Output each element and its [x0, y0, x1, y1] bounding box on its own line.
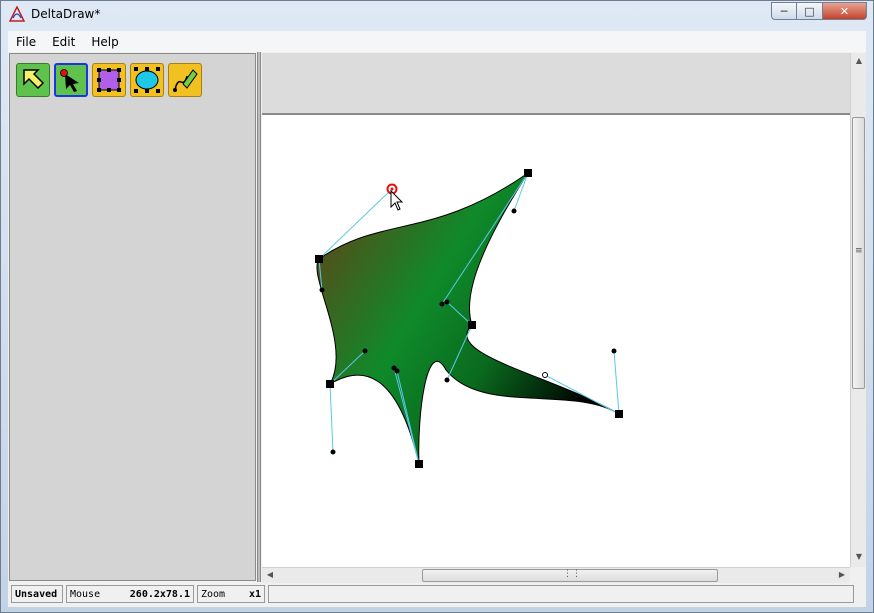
selected-point-center	[390, 187, 394, 191]
drawing-canvas[interactable]	[262, 115, 850, 567]
grip-icon: ≡	[855, 246, 863, 256]
scroll-down-icon[interactable]: ▼	[851, 549, 867, 565]
pen-tool-button[interactable]	[168, 63, 202, 97]
vertical-scrollbar[interactable]: ▲ ≡ ▼	[850, 53, 866, 567]
select-tool-button[interactable]	[16, 63, 50, 97]
minimize-button[interactable]: ─	[771, 2, 797, 20]
menu-edit[interactable]: Edit	[44, 35, 83, 49]
horizontal-scroll-thumb[interactable]: ⋮⋮	[422, 569, 718, 582]
node-edit-icon	[60, 69, 79, 92]
mouse-value: 260.2x78.1	[129, 588, 190, 600]
status-message	[268, 585, 854, 603]
minimize-icon: ─	[780, 4, 788, 18]
scroll-up-icon[interactable]: ▲	[851, 53, 867, 69]
save-status-text: Unsaved	[15, 588, 58, 600]
scroll-left-icon[interactable]: ◀	[262, 567, 278, 583]
bezier-shape[interactable]	[316, 172, 620, 465]
mouse-label: Mouse	[70, 588, 101, 600]
menu-file[interactable]: File	[8, 35, 44, 49]
client-area: ▲ ≡ ▼ ◀ ⋮⋮ ▶ Unsaved Mouse 260.2x78.1 Zo…	[8, 52, 866, 607]
app-window: DeltaDraw* ─ □ ✕ File Edit Help ▲ ≡ ▼ ◀ …	[0, 0, 874, 613]
title-bar[interactable]: DeltaDraw* ─ □ ✕	[1, 1, 873, 29]
menu-help[interactable]: Help	[83, 35, 126, 49]
pen-icon	[173, 69, 198, 92]
mouse-position: Mouse 260.2x78.1	[66, 585, 194, 603]
status-bar: Unsaved Mouse 260.2x78.1 Zoom x1	[8, 585, 866, 607]
ellipse-icon	[134, 67, 160, 93]
tool-panel	[9, 53, 256, 581]
mouse-cursor-icon	[390, 189, 404, 211]
save-status: Unsaved	[11, 585, 63, 603]
maximize-icon: □	[804, 4, 815, 18]
panel-splitter[interactable]	[257, 52, 261, 582]
zoom-label: Zoom	[201, 588, 226, 600]
close-icon: ✕	[839, 4, 850, 18]
rectangle-icon	[97, 68, 121, 92]
rectangle-tool-button[interactable]	[92, 63, 126, 97]
zoom-value: x1	[248, 588, 261, 600]
ruler-area	[262, 53, 850, 115]
menu-bar: File Edit Help	[8, 31, 866, 52]
scroll-right-icon[interactable]: ▶	[834, 567, 850, 583]
ellipse-tool-button[interactable]	[130, 63, 164, 97]
grip-icon: ⋮⋮	[563, 569, 581, 579]
node-edit-tool-button[interactable]	[54, 63, 88, 97]
maximize-button[interactable]: □	[797, 2, 823, 20]
horizontal-scrollbar[interactable]: ◀ ⋮⋮ ▶	[262, 567, 850, 583]
select-arrow-icon	[23, 69, 45, 90]
canvas-svg[interactable]	[262, 115, 850, 567]
app-logo-icon	[9, 6, 25, 22]
vertical-scroll-thumb[interactable]: ≡	[852, 117, 865, 389]
zoom-level: Zoom x1	[197, 585, 265, 603]
close-button[interactable]: ✕	[823, 2, 867, 20]
window-title: DeltaDraw*	[31, 7, 101, 21]
toolbar	[16, 63, 202, 97]
